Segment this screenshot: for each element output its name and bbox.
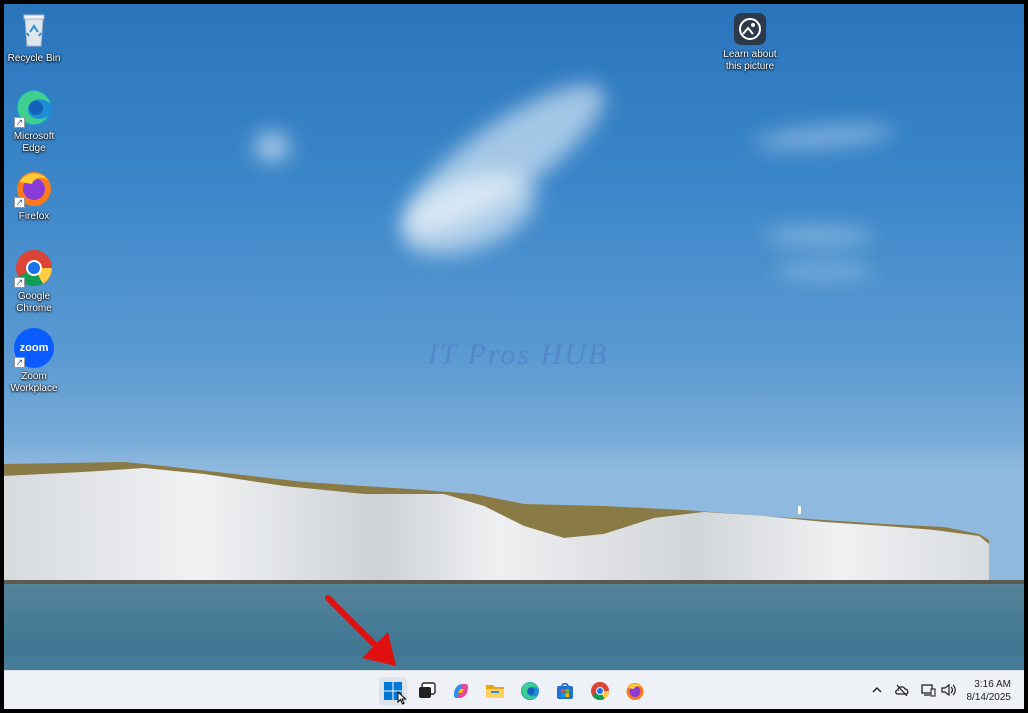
- task-view-icon: [419, 682, 436, 698]
- white-cliffs: [4, 462, 1024, 584]
- taskbar-copilot-button[interactable]: [447, 677, 475, 705]
- red-annotation-arrow: [325, 595, 396, 666]
- show-hidden-icons-button[interactable]: [868, 681, 886, 699]
- taskbar: 3:16 AM 8/14/2025: [4, 670, 1024, 709]
- recycle-bin-icon: [14, 10, 54, 50]
- clock-time: 3:16 AM: [974, 679, 1011, 690]
- network-tray-button[interactable]: [919, 681, 937, 699]
- taskbar-clock[interactable]: 3:16 AM 8/14/2025: [967, 678, 1012, 704]
- store-icon: [557, 682, 573, 699]
- volume-tray-button[interactable]: [940, 681, 958, 699]
- shortcut-arrow-icon: ↗: [14, 197, 25, 208]
- learn-about-picture-icon: [733, 12, 767, 46]
- desktop-icon-chrome[interactable]: ↗ Google Chrome: [4, 248, 66, 315]
- desktop-icon-label: Recycle Bin: [7, 53, 61, 64]
- shortcut-arrow-icon: ↗: [14, 117, 25, 128]
- onedrive-tray-button[interactable]: [893, 681, 911, 699]
- desktop-icon-label: Firefox: [18, 211, 50, 222]
- cloud: [774, 262, 874, 280]
- firefox-icon: ↗: [14, 168, 54, 208]
- taskbar-edge-button[interactable]: [516, 677, 544, 705]
- desktop-icon-edge[interactable]: ↗ Microsoft Edge: [4, 88, 66, 155]
- edge-icon: ↗: [14, 88, 54, 128]
- volume-icon: [941, 683, 956, 697]
- desktop-icon-label: Microsoft Edge: [13, 131, 55, 154]
- desktop-icon-label: Learn about this picture: [723, 49, 777, 72]
- desktop-icon-label: Google Chrome: [16, 291, 52, 314]
- desktop-icon-recycle-bin[interactable]: Recycle Bin: [4, 10, 66, 65]
- shortcut-arrow-icon: ↗: [14, 277, 25, 288]
- mouse-cursor-icon: [397, 691, 407, 705]
- watermark-text: IT Pros HUB: [427, 338, 609, 371]
- chrome-icon: ↗: [14, 248, 54, 288]
- firefox-icon: [626, 683, 644, 700]
- taskbar-store-button[interactable]: [551, 677, 579, 705]
- desktop-icon-firefox[interactable]: ↗ Firefox: [4, 168, 66, 223]
- onedrive-cloud-offline-icon: [895, 684, 909, 697]
- zoom-icon: zoom ↗: [14, 328, 54, 368]
- cloud: [764, 226, 874, 246]
- desktop: IT Pros HUB Recycle Bin ↗ Microsoft Edge: [4, 4, 1024, 709]
- taskbar-file-explorer-button[interactable]: [481, 677, 509, 705]
- desktop-icon-label: Zoom Workplace: [10, 371, 58, 394]
- desktop-icon-zoom[interactable]: zoom ↗ Zoom Workplace: [4, 328, 66, 395]
- clock-date: 8/14/2025: [966, 692, 1012, 703]
- cloud: [254, 132, 290, 162]
- taskbar-task-view-button[interactable]: [413, 677, 441, 705]
- desktop-icon-learn-about-picture[interactable]: Learn about this picture: [718, 10, 782, 73]
- taskbar-chrome-button[interactable]: [586, 677, 614, 705]
- network-icon: [921, 684, 936, 697]
- wallpaper-sea: [4, 582, 1024, 676]
- file-explorer-icon: [486, 685, 504, 698]
- chevron-up-icon: [872, 687, 882, 693]
- taskbar-firefox-button[interactable]: [621, 677, 649, 705]
- copilot-icon: [454, 684, 468, 698]
- edge-icon: [521, 682, 539, 700]
- chrome-icon: [591, 682, 609, 701]
- taskbar-start-button[interactable]: [379, 677, 407, 705]
- shortcut-arrow-icon: ↗: [14, 357, 25, 368]
